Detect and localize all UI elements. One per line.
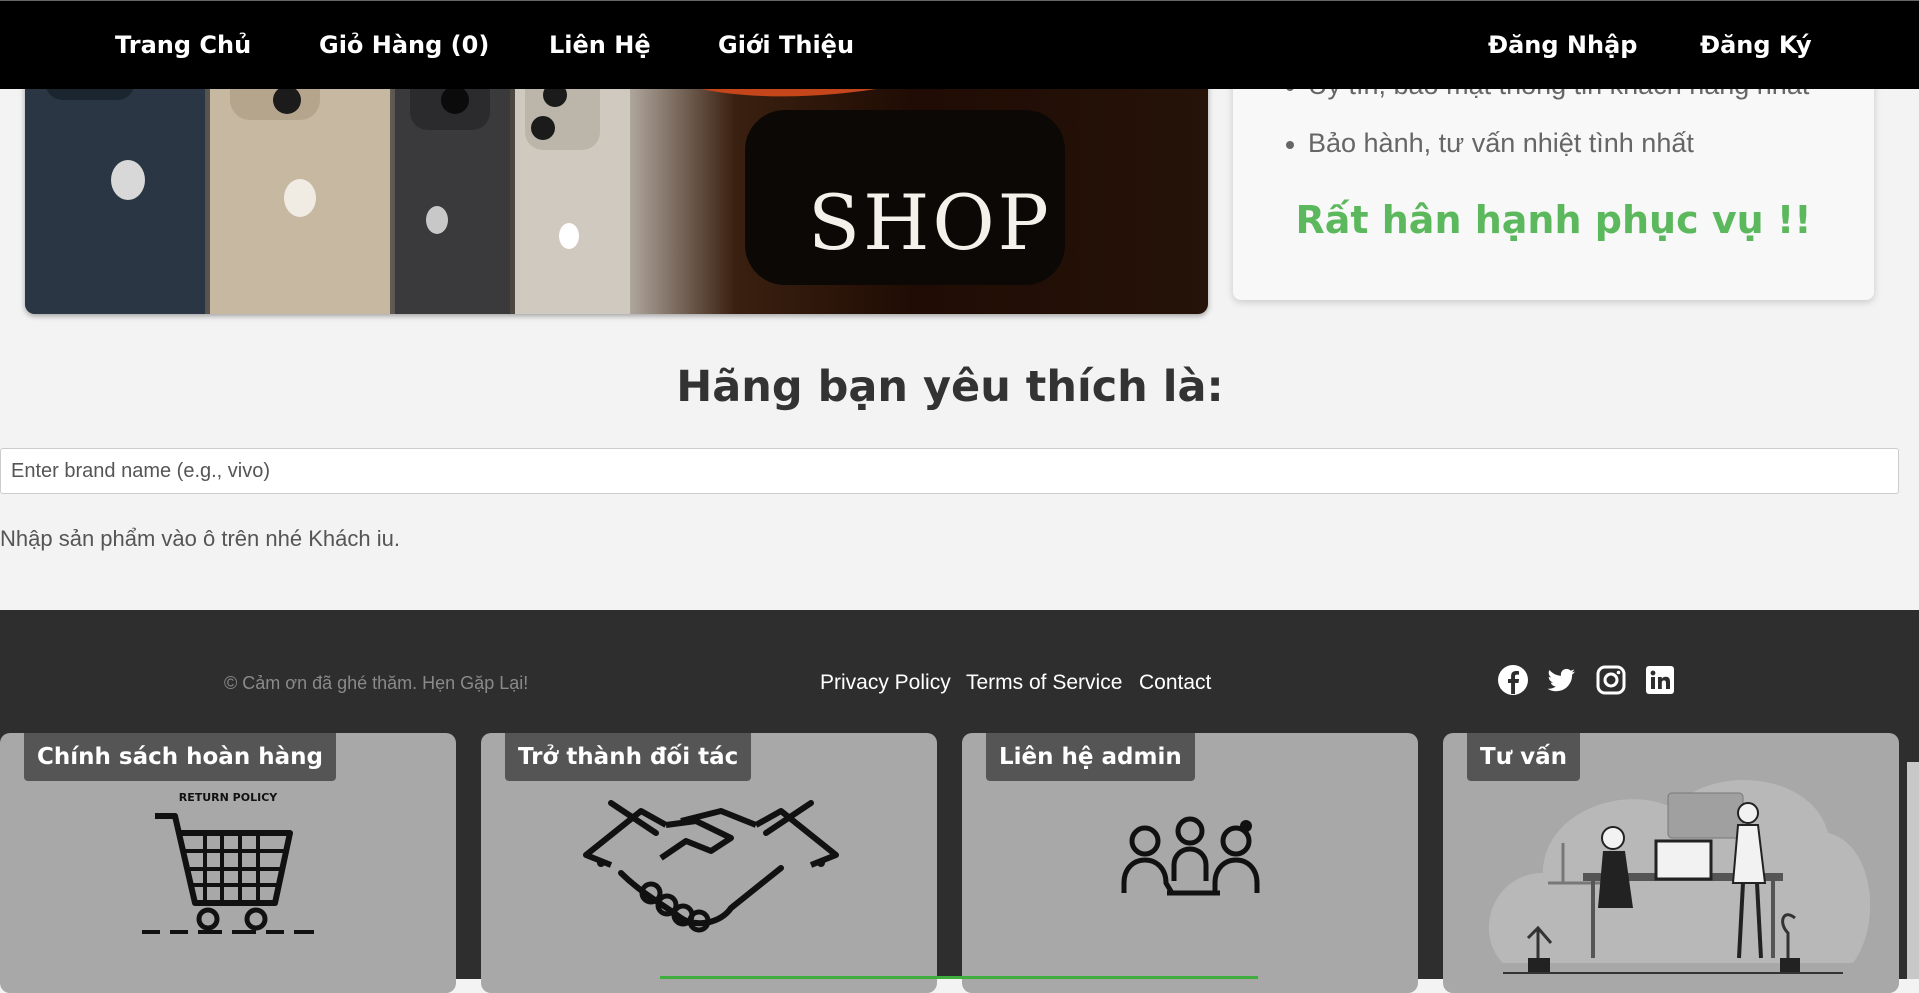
consulting-label: Tư vấn	[1467, 733, 1580, 781]
nav-home-link[interactable]: Trang Chủ	[115, 1, 251, 89]
contact-admin-label: Liên hệ admin	[986, 733, 1195, 781]
brand-search-input[interactable]	[0, 448, 1899, 494]
nav-cart-link[interactable]: Giỏ Hàng (0)	[319, 1, 489, 89]
info-list-item: Bảo hành, tư vấn nhiệt tình nhất	[1286, 128, 1694, 158]
consulting-card[interactable]: Tư vấn	[1443, 733, 1899, 993]
contact-admin-card[interactable]: Liên hệ admin	[962, 733, 1418, 993]
nav-login-link[interactable]: Đăng Nhập	[1488, 1, 1637, 89]
return-policy-card[interactable]: RETURN POLICY Chính sách hoàn hàng	[0, 733, 456, 993]
brand-heading: Hãng bạn yêu thích là:	[676, 362, 1224, 412]
linkedin-icon[interactable]	[1644, 664, 1676, 696]
nav-about-link[interactable]: Giới Thiệu	[718, 1, 854, 89]
top-navbar: Trang Chủ Giỏ Hàng (0) Liên Hệ Giới Thiệ…	[0, 0, 1919, 89]
nav-contact-link[interactable]: Liên Hệ	[549, 1, 651, 89]
footer-contact-link[interactable]: Contact	[1139, 671, 1211, 695]
become-partner-label: Trở thành đối tác	[505, 733, 752, 781]
terms-of-service-link[interactable]: Terms of Service	[966, 671, 1122, 695]
nav-register-link[interactable]: Đăng Ký	[1700, 1, 1812, 89]
become-partner-card[interactable]: Trở thành đối tác	[481, 733, 937, 993]
twitter-icon[interactable]	[1545, 664, 1577, 696]
return-policy-label: Chính sách hoàn hàng	[24, 733, 336, 781]
slogan-text: Rất hân hạnh phục vụ !!	[1295, 198, 1812, 242]
return-policy-image-text: RETURN POLICY	[179, 791, 279, 804]
hero-shop-text: SHOP	[808, 178, 1052, 267]
scrollbar-thumb[interactable]	[1907, 762, 1919, 979]
privacy-policy-link[interactable]: Privacy Policy	[820, 671, 951, 695]
brand-hint-text: Nhập sản phẩm vào ô trên nhé Khách iu.	[0, 526, 400, 551]
facebook-icon[interactable]	[1497, 664, 1529, 696]
instagram-icon[interactable]	[1595, 664, 1627, 696]
footer-copyright: © Cảm ơn đã ghé thăm. Hẹn Gặp Lại!	[224, 673, 529, 693]
